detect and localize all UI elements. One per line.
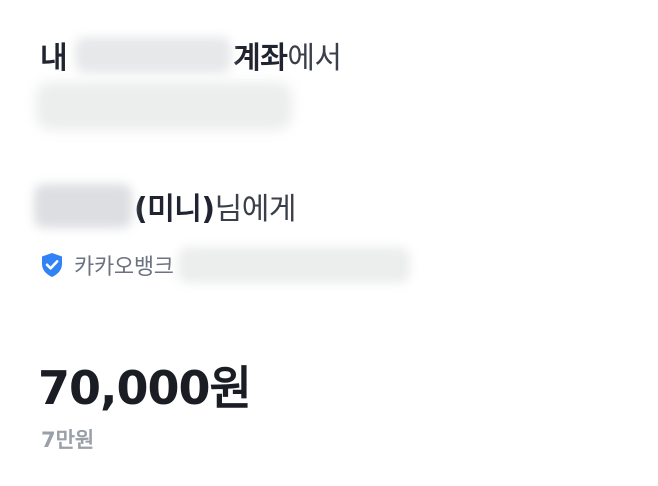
redacted-account-name: [75, 37, 232, 73]
recipient-nickname: (미니): [134, 192, 215, 227]
transfer-amount-korean: 7만원: [41, 428, 95, 452]
from-account-line: 내 계좌 에서: [40, 33, 342, 77]
recipient-line: (미니) 님에게: [34, 182, 296, 230]
recipient-bank-line: 카카오뱅크: [40, 247, 410, 283]
bank-name: 카카오뱅크: [74, 255, 174, 280]
redacted-recipient-account: [177, 247, 410, 283]
transfer-amount: 70,000원: [38, 361, 252, 415]
from-account-word: 계좌: [233, 41, 288, 76]
shield-check-icon: [40, 252, 64, 278]
redacted-recipient-name: [34, 184, 132, 228]
from-prefix: 내: [40, 41, 68, 76]
redacted-account-number: [36, 82, 292, 130]
recipient-suffix: 님에게: [214, 192, 297, 227]
from-suffix: 에서: [287, 41, 342, 76]
